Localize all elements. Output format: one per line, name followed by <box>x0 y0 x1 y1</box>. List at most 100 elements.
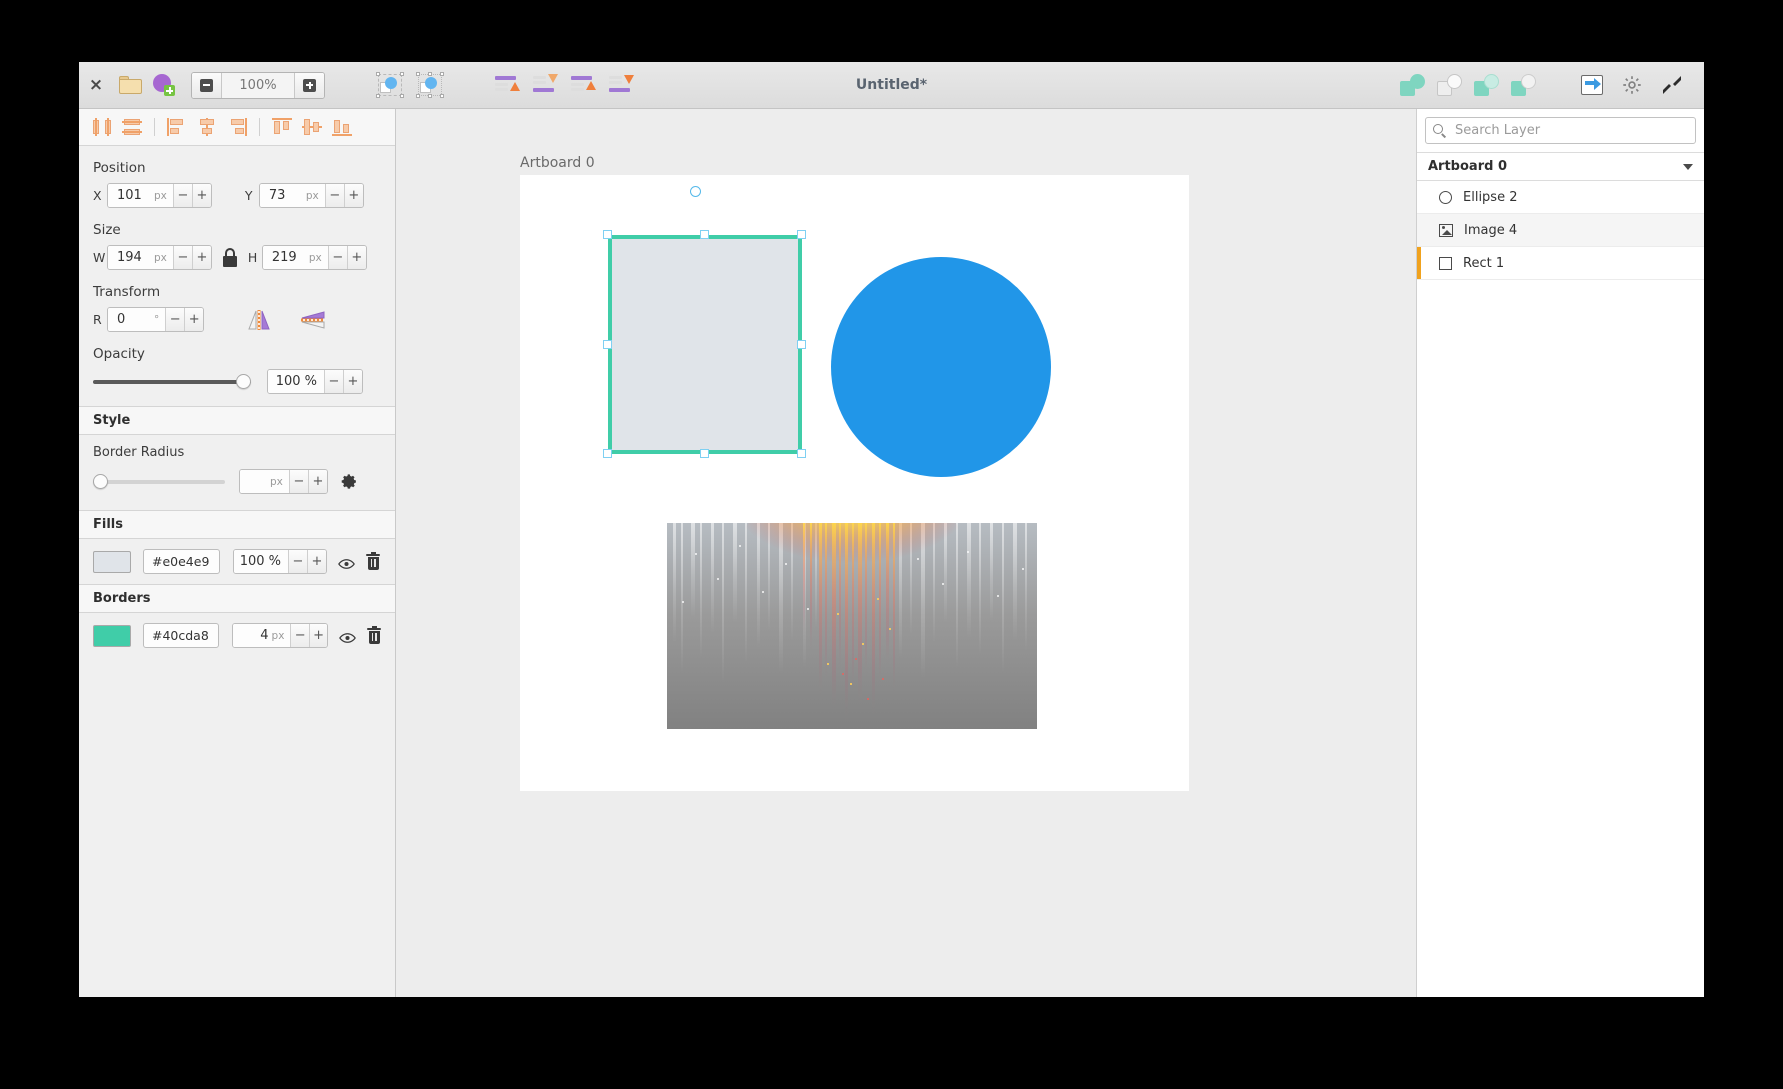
position-x-field[interactable]: 101 px − + <box>107 183 212 208</box>
border-radius-slider[interactable] <box>93 473 225 491</box>
send-backward-button[interactable] <box>526 68 564 102</box>
distribute-horizontal-button[interactable] <box>87 113 117 141</box>
position-y-decrement[interactable]: − <box>325 184 344 207</box>
resize-handle-bottom-left[interactable] <box>603 449 612 458</box>
fill-hex-value[interactable]: #e0e4e9 <box>143 549 220 574</box>
fill-opacity-decrement[interactable]: − <box>288 550 307 573</box>
border-width-field[interactable]: 4 px − + <box>232 623 329 648</box>
opacity-slider[interactable] <box>93 373 251 391</box>
send-to-back-button[interactable] <box>602 68 640 102</box>
border-color-swatch[interactable] <box>93 625 131 647</box>
border-radius-settings-icon[interactable] <box>341 473 358 490</box>
canvas-rect-shape[interactable] <box>608 235 802 454</box>
border-radius-decrement[interactable]: − <box>289 470 308 493</box>
border-width-value[interactable]: 4 <box>233 624 272 647</box>
position-x-decrement[interactable]: − <box>173 184 192 207</box>
size-h-value[interactable]: 219 <box>263 246 309 269</box>
border-hex-value[interactable]: #40cda8 <box>143 623 219 648</box>
artboard[interactable] <box>520 175 1189 791</box>
export-button[interactable] <box>1572 68 1612 102</box>
size-w-value[interactable]: 194 <box>108 246 154 269</box>
position-x-value[interactable]: 101 <box>108 184 154 207</box>
boolean-intersect-button[interactable] <box>1468 68 1505 102</box>
fill-visibility-eye-icon[interactable] <box>338 555 355 569</box>
border-radius-field[interactable]: px − + <box>239 469 328 494</box>
size-h-increment[interactable]: + <box>347 246 366 269</box>
aspect-ratio-lock-icon[interactable] <box>222 248 238 268</box>
resize-handle-top-right[interactable] <box>797 230 806 239</box>
style-section-header[interactable]: Style <box>79 406 395 435</box>
flip-vertical-icon[interactable] <box>299 308 327 332</box>
fill-delete-trash-icon[interactable] <box>366 554 380 570</box>
chevron-down-icon[interactable] <box>1683 164 1693 170</box>
position-y-increment[interactable]: + <box>344 184 363 207</box>
ungroup-button[interactable] <box>410 68 450 102</box>
border-radius-value[interactable] <box>240 470 270 493</box>
add-shape-button[interactable] <box>147 68 181 102</box>
close-button[interactable]: × <box>79 68 113 102</box>
layer-search-box[interactable] <box>1425 117 1696 144</box>
position-y-field[interactable]: 73 px − + <box>259 183 364 208</box>
rotation-increment[interactable]: + <box>184 308 203 331</box>
rotation-value[interactable]: 0 <box>108 308 154 331</box>
layer-item-rect-1[interactable]: Rect 1 <box>1417 247 1704 280</box>
position-y-value[interactable]: 73 <box>260 184 306 207</box>
size-w-decrement[interactable]: − <box>173 246 192 269</box>
border-radius-increment[interactable]: + <box>308 470 327 493</box>
bring-forward-button[interactable] <box>488 68 526 102</box>
resize-handle-middle-right[interactable] <box>797 340 806 349</box>
size-h-field[interactable]: 219 px − + <box>262 245 367 270</box>
bring-to-front-button[interactable] <box>564 68 602 102</box>
resize-handle-top-center[interactable] <box>700 230 709 239</box>
align-left-button[interactable] <box>162 113 192 141</box>
open-file-button[interactable] <box>113 68 147 102</box>
zoom-in-button[interactable] <box>294 73 324 98</box>
fill-opacity-increment[interactable]: + <box>307 550 326 573</box>
zoom-level-value[interactable]: 100% <box>222 73 294 98</box>
canvas-image-layer[interactable] <box>667 523 1037 729</box>
align-right-button[interactable] <box>222 113 252 141</box>
size-h-decrement[interactable]: − <box>328 246 347 269</box>
zoom-out-button[interactable] <box>192 73 222 98</box>
rotation-field[interactable]: 0 ° − + <box>107 307 204 332</box>
border-visibility-eye-icon[interactable] <box>339 629 356 643</box>
align-top-button[interactable] <box>267 113 297 141</box>
fills-section-header[interactable]: Fills <box>79 510 395 539</box>
flip-horizontal-icon[interactable] <box>245 308 273 332</box>
boolean-difference-button[interactable] <box>1505 68 1542 102</box>
border-width-increment[interactable]: + <box>309 624 327 647</box>
opacity-decrement[interactable]: − <box>324 370 343 393</box>
resize-handle-top-left[interactable] <box>603 230 612 239</box>
rotate-handle[interactable] <box>690 186 701 197</box>
resize-handle-bottom-right[interactable] <box>797 449 806 458</box>
opacity-value[interactable]: 100 % <box>268 370 324 393</box>
border-width-decrement[interactable]: − <box>290 624 308 647</box>
opacity-field[interactable]: 100 % − + <box>267 369 363 394</box>
distribute-vertical-button[interactable] <box>117 113 147 141</box>
fill-opacity-field[interactable]: 100 % − + <box>233 549 327 574</box>
group-button[interactable] <box>370 68 410 102</box>
boolean-union-button[interactable] <box>1394 68 1431 102</box>
size-w-increment[interactable]: + <box>192 246 211 269</box>
layer-item-ellipse-2[interactable]: Ellipse 2 <box>1417 181 1704 214</box>
position-x-increment[interactable]: + <box>192 184 211 207</box>
resize-handle-bottom-center[interactable] <box>700 449 709 458</box>
border-radius-slider-knob[interactable] <box>93 474 108 489</box>
fill-opacity-value[interactable]: 100 % <box>234 550 288 573</box>
canvas-area[interactable]: Artboard 0 <box>396 109 1416 997</box>
rotation-decrement[interactable]: − <box>165 308 184 331</box>
fill-color-swatch[interactable] <box>93 551 131 573</box>
settings-button[interactable] <box>1612 68 1652 102</box>
resize-handle-middle-left[interactable] <box>603 340 612 349</box>
canvas-ellipse-shape[interactable] <box>831 257 1051 477</box>
layer-item-image-4[interactable]: Image 4 <box>1417 214 1704 247</box>
align-center-horizontal-button[interactable] <box>192 113 222 141</box>
size-w-field[interactable]: 194 px − + <box>107 245 212 270</box>
border-delete-trash-icon[interactable] <box>367 628 381 644</box>
align-middle-vertical-button[interactable] <box>297 113 327 141</box>
boolean-subtract-button[interactable] <box>1431 68 1468 102</box>
borders-section-header[interactable]: Borders <box>79 584 395 613</box>
fullscreen-button[interactable] <box>1652 68 1692 102</box>
opacity-slider-knob[interactable] <box>236 374 251 389</box>
search-input[interactable] <box>1453 122 1688 139</box>
